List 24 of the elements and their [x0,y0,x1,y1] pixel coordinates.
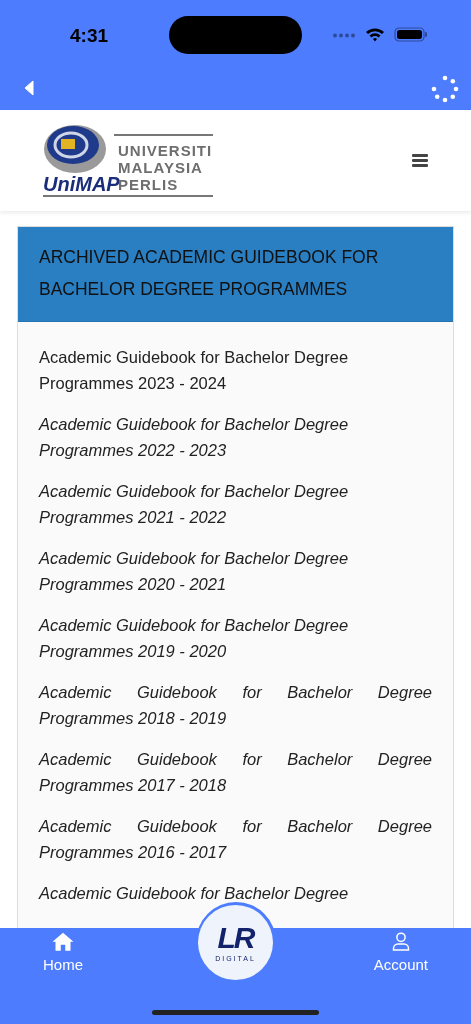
status-time: 4:31 [70,24,109,48]
tab-button[interactable]: Home [43,932,83,976]
battery-icon [394,27,428,42]
loading-spinner-icon [431,75,459,103]
guidebook-link[interactable]: Academic Guidebook for Bachelor Degree Programmes 2018 - 2019 [39,679,432,731]
logo-text: MALAYSIA [118,158,204,176]
signal-icon [333,33,357,38]
guidebook-link[interactable]: Academic Guidebook for Bachelor Degree Programmes 2022 - 2023 [39,411,432,463]
guidebook-link[interactable]: Academic Guidebook for Bachelor Degree Programmes 2021 - 2022 [39,478,432,530]
guidebook-link[interactable]: Academic Guidebook for Bachelor Degree Programmes 2019 - 2020 [39,612,432,664]
menu-icon [412,154,428,167]
guidebook-link[interactable]: Academic Guidebook for Bachelor Degree [39,880,432,906]
guidebook-link[interactable]: Academic Guidebook for Bachelor Degree Programmes 2023 - 2024 [39,344,432,396]
wifi-icon [365,27,385,42]
panel-title: ARCHIVED ACADEMIC GUIDEBOOK FOR BACHELOR DEGREE PROGRAMMES [39,246,380,301]
logo-wordmark: UniMAP [43,173,120,194]
tab-button[interactable]: Account [373,932,428,976]
guidebook-link[interactable]: Academic Guidebook for Bachelor Degree Programmes 2020 - 2021 [39,545,432,597]
logo-text: UNIVERSITI [118,141,213,159]
back-button[interactable] [22,78,36,98]
guidebook-link[interactable]: Academic Guidebook for Bachelor Degree Programmes 2017 - 2018 [39,746,432,798]
back-icon [24,80,34,96]
guidebook-link[interactable]: Academic Guidebook for Bachelor Degree Programmes 2016 - 2017 [39,813,432,865]
menu-button[interactable] [411,152,429,169]
